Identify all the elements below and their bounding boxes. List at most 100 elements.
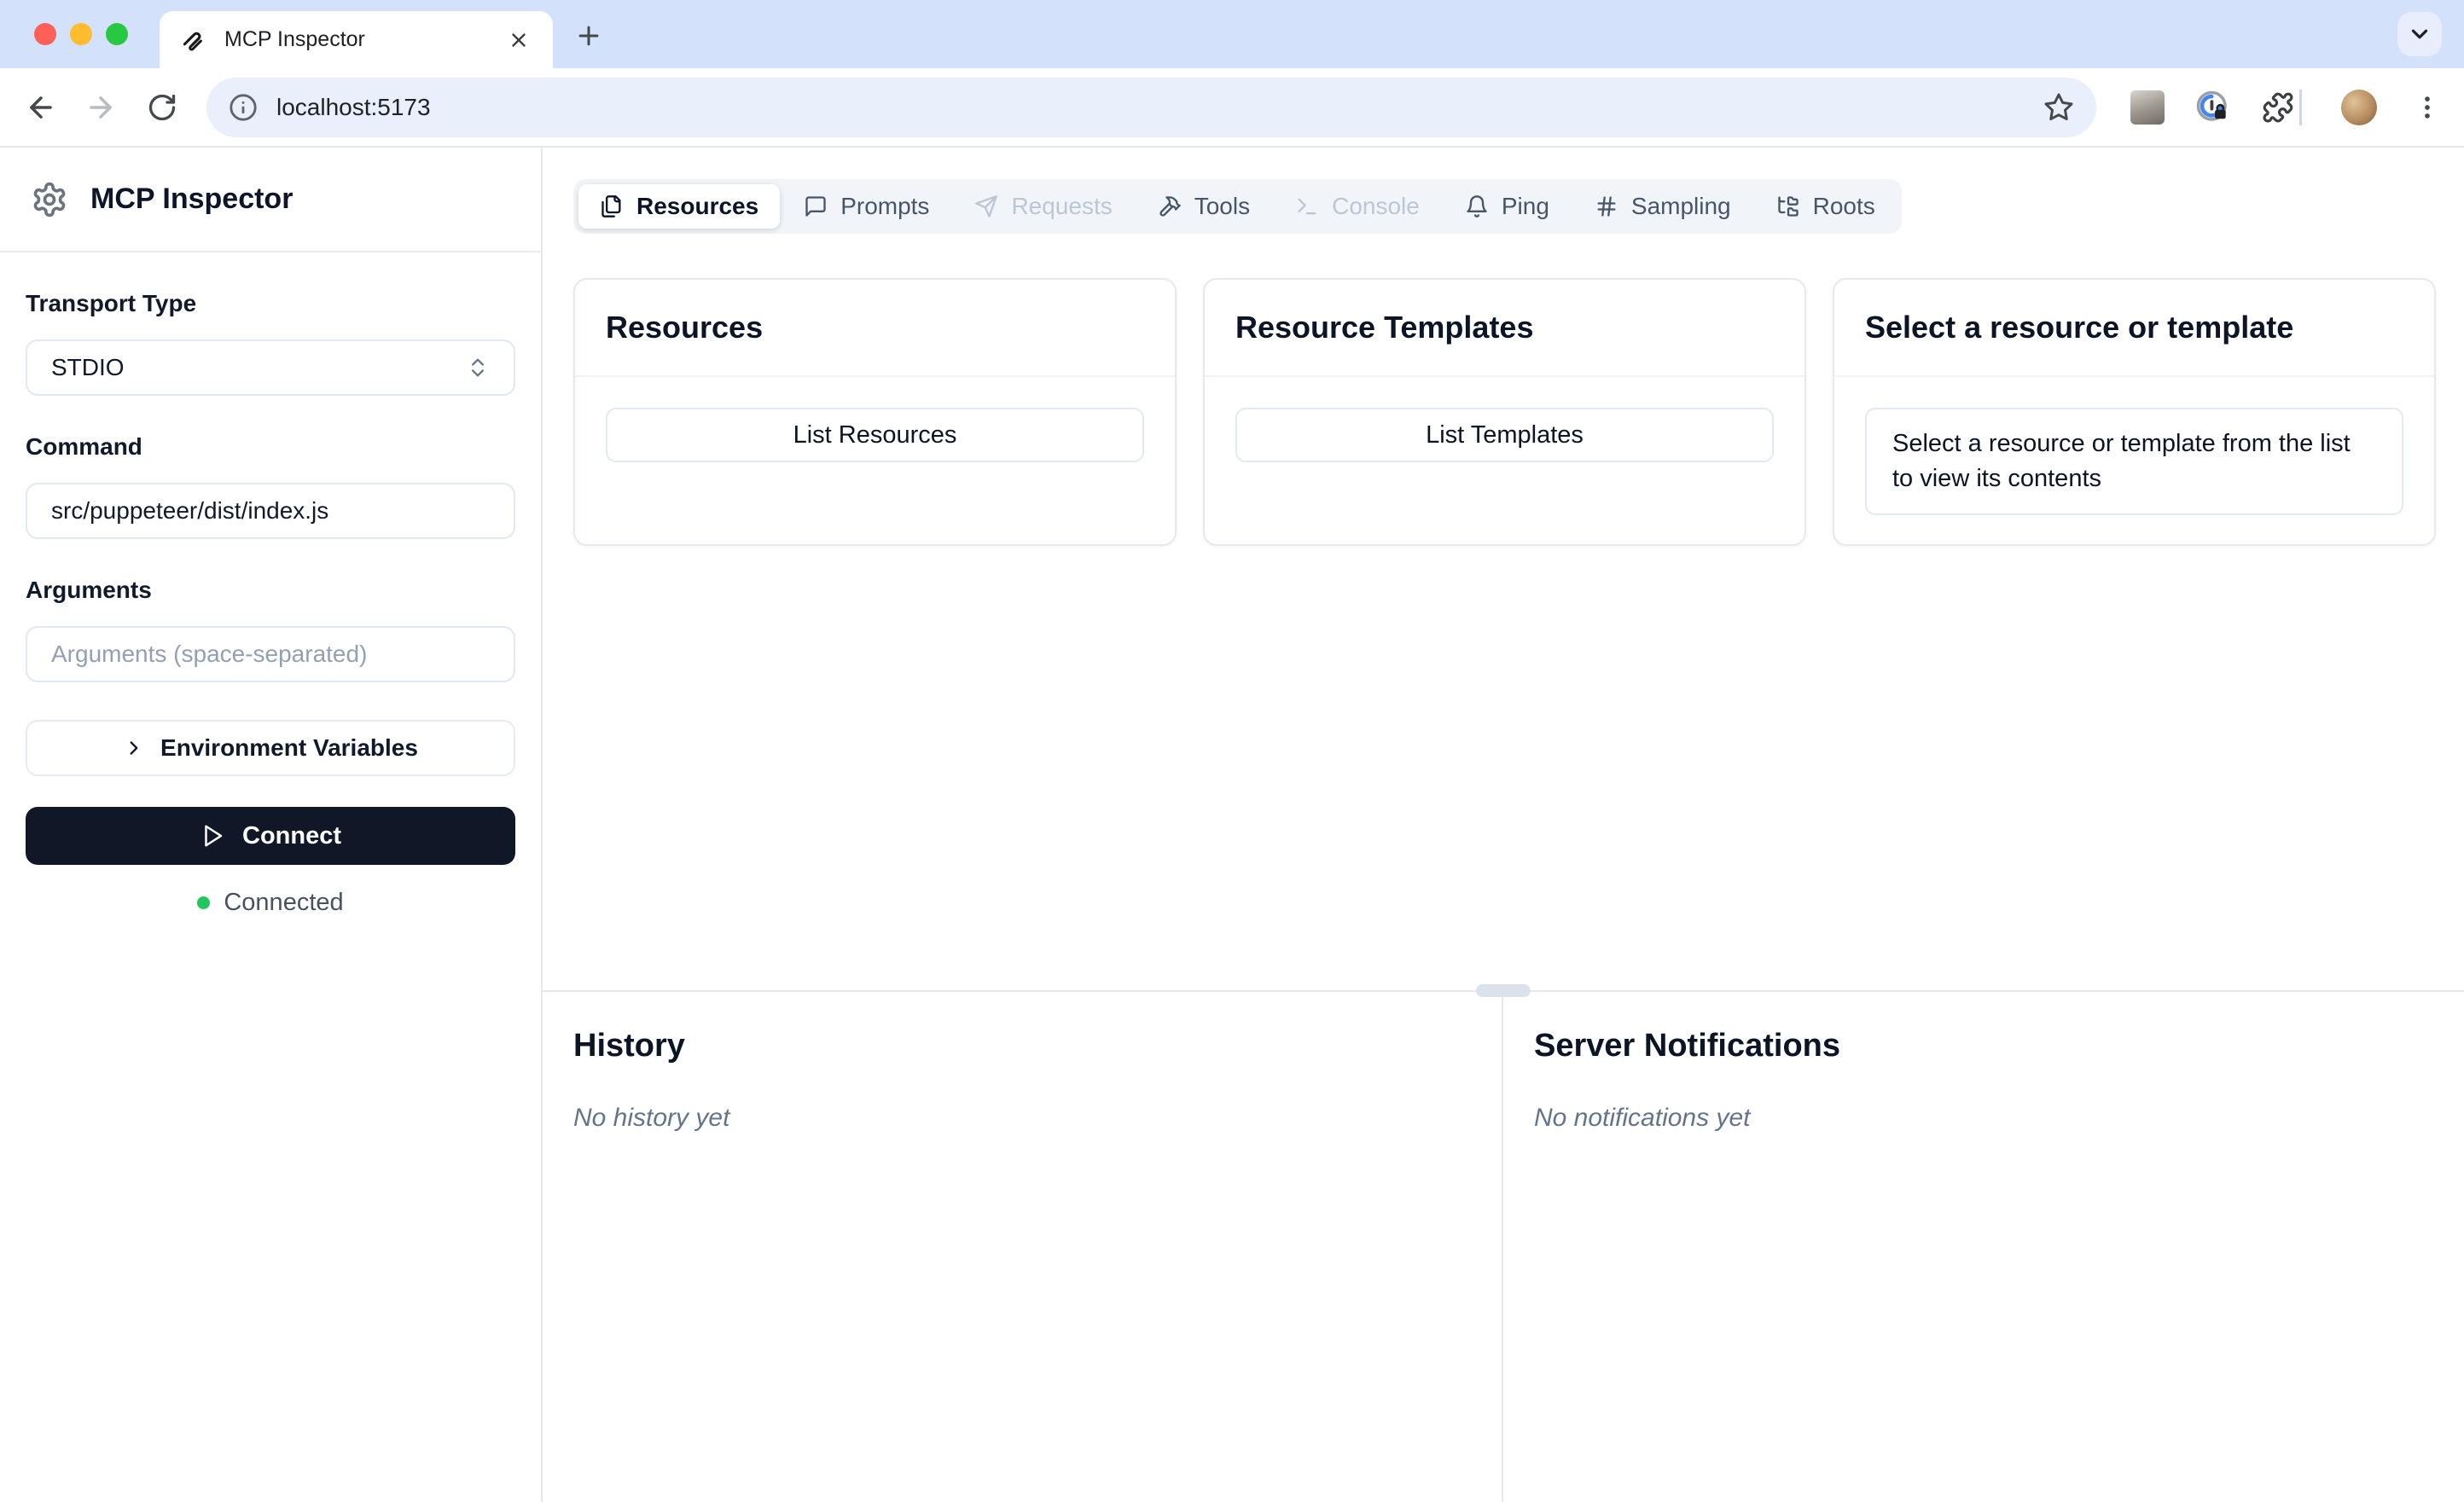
toolbar-divider — [2299, 89, 2302, 125]
tab-label: Resources — [636, 193, 759, 219]
command-input[interactable] — [26, 483, 515, 539]
command-label: Command — [26, 433, 142, 460]
main-content: Resources Prompts Requests Tools Console… — [543, 148, 2464, 990]
tab-resources[interactable]: Resources — [578, 184, 781, 229]
transport-type-select[interactable]: STDIO — [26, 339, 515, 396]
message-square-icon — [804, 194, 828, 218]
cards-row: Resources List Resources Resource Templa… — [573, 278, 2436, 546]
tab-label: Roots — [1812, 193, 1875, 219]
connect-button[interactable]: Connect — [26, 807, 515, 865]
close-window-button[interactable] — [34, 23, 56, 45]
bell-icon — [1465, 194, 1489, 218]
resource-templates-card: Resource Templates List Templates — [1203, 278, 1806, 546]
chevrons-up-down-icon — [466, 356, 490, 380]
sidebar-header: MCP Inspector — [0, 148, 541, 252]
panel-splitter — [543, 984, 2464, 997]
tab-console[interactable]: Console — [1274, 184, 1441, 229]
extension-photo-icon[interactable] — [2130, 90, 2165, 125]
browser-tabstrip: MCP Inspector — [0, 0, 2464, 68]
tab-close-icon[interactable] — [503, 25, 534, 55]
splitter-drag-handle[interactable] — [1476, 984, 1531, 997]
folder-tree-icon — [1776, 194, 1800, 218]
tab-ping[interactable]: Ping — [1444, 184, 1571, 229]
chevron-down-icon — [2407, 21, 2432, 47]
tab-prompts[interactable]: Prompts — [782, 184, 950, 229]
status-dot — [197, 896, 211, 909]
site-info-icon[interactable] — [229, 93, 258, 122]
browser-window: MCP Inspector localhost:5173 MCP Inspect… — [0, 0, 2464, 1502]
tab-label: Sampling — [1630, 193, 1731, 219]
environment-variables-button[interactable]: Environment Variables — [26, 720, 515, 776]
tab-label: Ping — [1501, 193, 1549, 219]
resource-templates-card-title: Resource Templates — [1205, 280, 1804, 377]
tab-label: Requests — [1011, 193, 1113, 219]
tab-label: Console — [1332, 193, 1420, 219]
environment-variables-label: Environment Variables — [160, 734, 418, 761]
active-browser-tab[interactable]: MCP Inspector — [160, 11, 553, 68]
gear-icon — [31, 181, 68, 218]
bottom-panels: History No history yet Server Notificati… — [543, 992, 2464, 1502]
arguments-input[interactable] — [26, 626, 515, 682]
tab-roots[interactable]: Roots — [1755, 184, 1897, 229]
minimize-window-button[interactable] — [70, 23, 92, 45]
command-group: Command — [26, 433, 515, 539]
hash-icon — [1595, 194, 1618, 218]
files-icon — [600, 194, 624, 218]
sidebar-body: Transport Type STDIO Command Arguments — [0, 252, 541, 954]
back-button[interactable] — [22, 89, 60, 126]
arguments-group: Arguments — [26, 577, 515, 682]
history-empty-text: No history yet — [573, 1104, 730, 1132]
arguments-label: Arguments — [26, 577, 152, 603]
extensions-cluster — [2130, 90, 2294, 125]
status-text: Connected — [224, 889, 344, 916]
tab-requests[interactable]: Requests — [953, 184, 1133, 229]
main-area: Resources Prompts Requests Tools Console… — [543, 148, 2464, 1502]
transport-type-label: Transport Type — [26, 290, 197, 316]
sidebar: MCP Inspector Transport Type STDIO Comma… — [0, 148, 543, 1502]
history-title: History — [573, 1028, 685, 1064]
address-bar[interactable]: localhost:5173 — [206, 77, 2096, 137]
new-tab-button[interactable] — [572, 19, 606, 53]
zoom-window-button[interactable] — [106, 23, 128, 45]
resources-card: Resources List Resources — [573, 278, 1177, 546]
tab-title: MCP Inspector — [224, 27, 365, 51]
list-templates-button[interactable]: List Templates — [1235, 408, 1774, 462]
connect-label: Connect — [242, 821, 341, 850]
connection-status: Connected — [26, 889, 515, 917]
traffic-lights — [34, 23, 128, 45]
notifications-empty-text: No notifications yet — [1534, 1104, 1751, 1132]
resource-preview-card: Select a resource or template Select a r… — [1833, 278, 2436, 546]
onepassword-extension-icon[interactable] — [2195, 90, 2231, 125]
resource-preview-card-title: Select a resource or template — [1834, 280, 2434, 377]
send-icon — [974, 194, 998, 218]
app-title: MCP Inspector — [90, 183, 293, 215]
terminal-icon — [1295, 194, 1319, 218]
extensions-puzzle-icon[interactable] — [2262, 91, 2294, 124]
mcp-inspector-app: MCP Inspector Transport Type STDIO Comma… — [0, 148, 2464, 1502]
url-text[interactable]: localhost:5173 — [276, 94, 431, 121]
list-resources-button[interactable]: List Resources — [606, 408, 1144, 462]
browser-toolbar: localhost:5173 — [0, 68, 2464, 148]
hammer-icon — [1158, 194, 1182, 218]
resources-card-title: Resources — [575, 280, 1175, 377]
profile-cluster — [2341, 89, 2442, 125]
forward-button[interactable] — [82, 89, 119, 126]
transport-type-value: STDIO — [51, 354, 125, 380]
tab-label: Tools — [1194, 193, 1251, 219]
bookmark-star-icon[interactable] — [2043, 92, 2074, 123]
reload-button[interactable] — [143, 89, 181, 126]
tab-sampling[interactable]: Sampling — [1573, 184, 1752, 229]
tab-label: Prompts — [840, 193, 930, 219]
server-notifications-panel: Server Notifications No notifications ye… — [1503, 992, 2464, 1502]
tabs-bar: Resources Prompts Requests Tools Console… — [573, 179, 1902, 234]
server-notifications-title: Server Notifications — [1534, 1028, 1840, 1064]
tab-tools[interactable]: Tools — [1136, 184, 1271, 229]
resource-preview-placeholder: Select a resource or template from the l… — [1865, 408, 2403, 515]
transport-type-group: Transport Type STDIO — [26, 290, 515, 396]
history-panel: History No history yet — [543, 992, 1503, 1502]
profile-avatar[interactable] — [2341, 89, 2377, 125]
browser-menu-icon[interactable] — [2413, 93, 2442, 122]
play-icon — [200, 823, 225, 849]
chevron-right-icon — [123, 737, 145, 759]
tab-search-button[interactable] — [2397, 12, 2442, 56]
